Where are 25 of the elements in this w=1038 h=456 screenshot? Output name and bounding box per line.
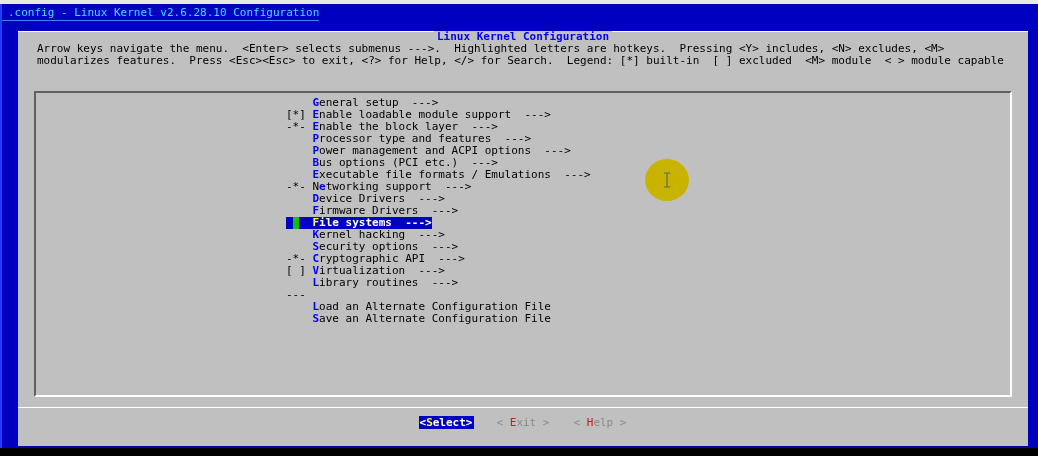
- menu-item[interactable]: Kernel hacking --->: [286, 229, 445, 241]
- menu-item[interactable]: Firmware Drivers --->: [286, 205, 459, 217]
- window-title: .config - Linux Kernel v2.6.28.10 Configuration: [2, 4, 320, 21]
- dialog-title: Linux Kernel Configuration: [433, 31, 613, 43]
- menu-item[interactable]: General setup --->: [286, 97, 439, 109]
- menu-item[interactable]: Load an Alternate Configuration File: [286, 301, 551, 313]
- menu-item[interactable]: File systems --->: [286, 217, 432, 229]
- menu-item[interactable]: [*] Enable loadable module support --->: [286, 109, 551, 121]
- menu-item[interactable]: Device Drivers --->: [286, 193, 445, 205]
- menu-item[interactable]: Bus options (PCI etc.) --->: [286, 157, 498, 169]
- menu-item[interactable]: -*- Enable the block layer --->: [286, 121, 498, 133]
- menu-item[interactable]: Security options --->: [286, 241, 459, 253]
- help-text: modularizes features. Press <Esc><Esc> to exit, <?> for Help, </> for Search. Legend: [*] built-in [ ] excluded <M> module < > module capable: [37, 55, 1004, 67]
- menu-item[interactable]: Save an Alternate Configuration File: [286, 313, 551, 325]
- menu-item[interactable]: Library routines --->: [286, 277, 459, 289]
- menu-item[interactable]: [ ] Virtualization --->: [286, 265, 445, 277]
- menu-item[interactable]: -*- Cryptographic API --->: [286, 253, 465, 265]
- menu-item[interactable]: -*- Networking support --->: [286, 181, 472, 193]
- help-text: Arrow keys navigate the menu. <Enter> selects submenus --->. Highlighted letters are hotkeys. Pressing <Y> includes, <N> excludes, <M>: [37, 43, 945, 55]
- menu-item[interactable]: Power management and ACPI options --->: [286, 145, 571, 157]
- menu-item[interactable]: Processor type and features --->: [286, 133, 532, 145]
- menu-item[interactable]: Executable file formats / Emulations --->: [286, 169, 591, 181]
- dialog-button[interactable]: <Select>: [418, 416, 474, 429]
- menu-separator: ---: [286, 288, 306, 301]
- text-cursor-icon: [644, 158, 690, 202]
